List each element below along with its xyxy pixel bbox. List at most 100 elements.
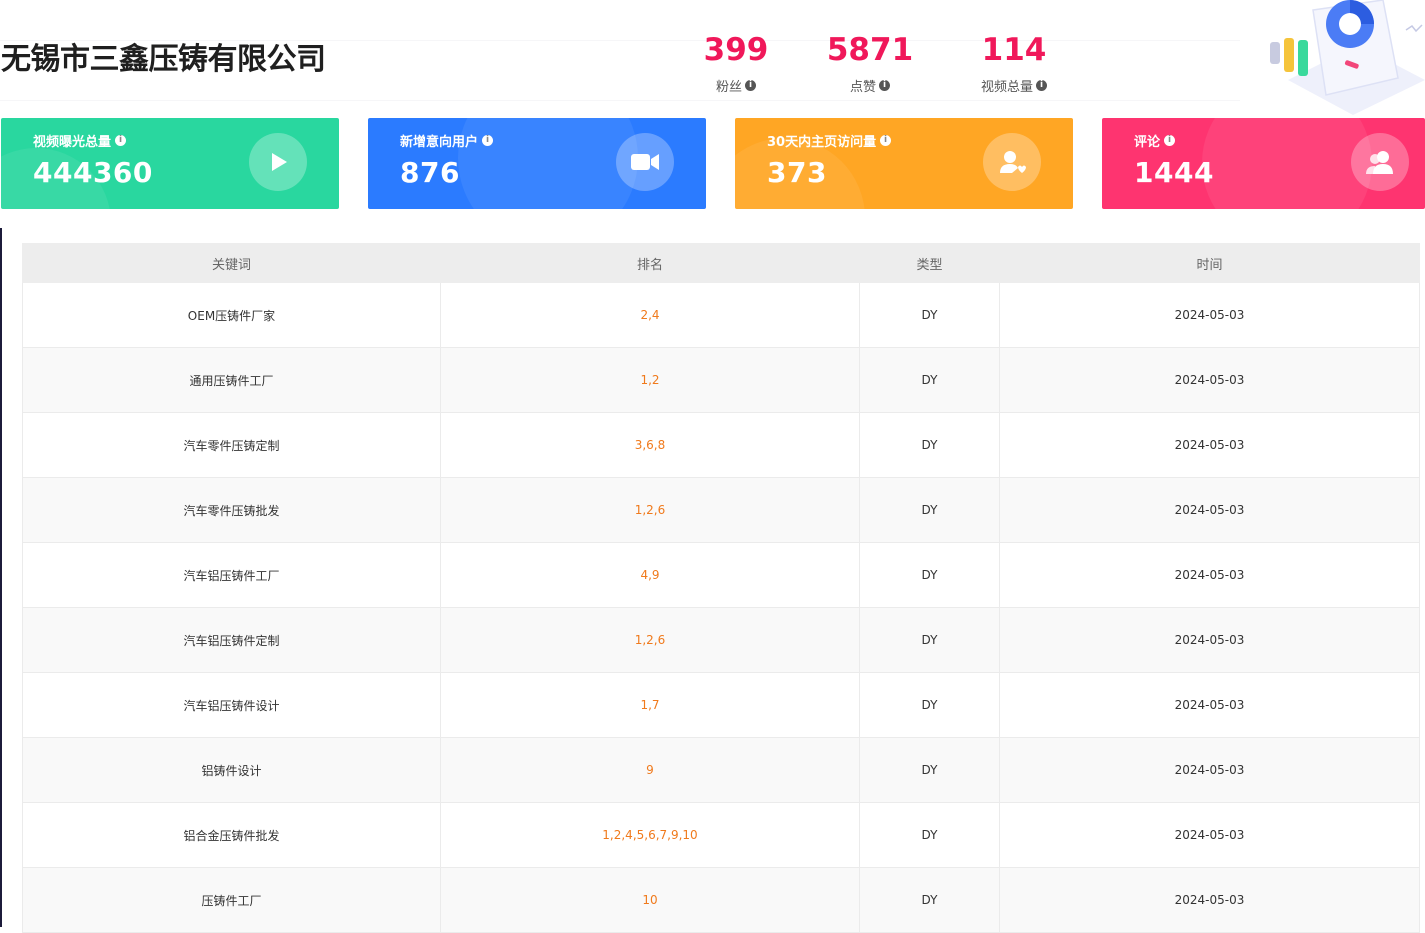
date-cell: 2024-05-03 — [999, 672, 1420, 738]
stat-label-row: 粉丝 i — [676, 76, 796, 95]
date-cell: 2024-05-03 — [999, 347, 1420, 413]
keyword-cell: 汽车铝压铸件定制 — [22, 607, 441, 673]
date-cell: 2024-05-03 — [999, 412, 1420, 478]
column-header-type[interactable]: 类型 — [859, 243, 1000, 283]
date-cell: 2024-05-03 — [999, 737, 1420, 803]
keyword-cell: 汽车铝压铸件工厂 — [22, 542, 441, 608]
card-title-row: 评论 i — [1134, 131, 1176, 150]
sidebar-edge — [0, 228, 2, 927]
date-cell: 2024-05-03 — [999, 282, 1420, 348]
company-name: 无锡市三鑫压铸有限公司 — [1, 42, 326, 77]
background-divider — [0, 100, 1240, 101]
table-row: 通用压铸件工厂 1,2 DY 2024-05-03 — [22, 347, 1420, 413]
date-cell: 2024-05-03 — [999, 802, 1420, 868]
type-cell: DY — [859, 347, 1000, 413]
card-value: 373 — [767, 156, 827, 189]
info-icon[interactable]: i — [879, 80, 890, 91]
card-title: 视频曝光总量 — [33, 135, 112, 150]
date-cell: 2024-05-03 — [999, 542, 1420, 608]
type-cell: DY — [859, 477, 1000, 543]
table-row: 压铸件工厂 10 DY 2024-05-03 — [22, 867, 1420, 933]
stat-label-row: 点赞 i — [810, 76, 930, 95]
rank-cell: 9 — [440, 737, 860, 803]
video-camera-icon — [616, 133, 674, 191]
info-icon[interactable]: i — [1164, 135, 1176, 146]
card-title: 30天内主页访问量 — [767, 135, 877, 150]
table-row: OEM压铸件厂家 2,4 DY 2024-05-03 — [22, 282, 1420, 348]
rank-cell: 1,2,6 — [440, 607, 860, 673]
users-icon — [1351, 133, 1409, 191]
card-decoration — [1202, 118, 1372, 209]
type-cell: DY — [859, 607, 1000, 673]
table-row: 汽车铝压铸件定制 1,2,6 DY 2024-05-03 — [22, 607, 1420, 673]
card-new-leads[interactable]: 新增意向用户 i 876 — [368, 118, 706, 209]
type-cell: DY — [859, 737, 1000, 803]
type-cell: DY — [859, 542, 1000, 608]
card-title-row: 新增意向用户 i — [400, 131, 494, 150]
stat-value: 5871 — [826, 32, 914, 68]
type-cell: DY — [859, 282, 1000, 348]
stat-label: 视频总量 — [980, 80, 1033, 95]
column-header-keyword[interactable]: 关键词 — [22, 243, 441, 283]
play-icon — [249, 133, 307, 191]
card-value: 876 — [400, 156, 460, 189]
stat-video-total: 114 视频总量 i — [954, 28, 1074, 95]
column-header-rank[interactable]: 排名 — [440, 243, 860, 283]
keyword-cell: 汽车铝压铸件设计 — [22, 672, 441, 738]
card-value: 444360 — [33, 156, 153, 189]
table-row: 汽车铝压铸件设计 1,7 DY 2024-05-03 — [22, 672, 1420, 738]
keyword-ranking-table: 关键词 排名 类型 时间 OEM压铸件厂家 2,4 DY 2024-05-03 … — [22, 243, 1420, 933]
card-video-exposure[interactable]: 视频曝光总量 i 444360 — [1, 118, 339, 209]
table-row: 汽车零件压铸批发 1,2,6 DY 2024-05-03 — [22, 477, 1420, 543]
card-title-row: 视频曝光总量 i — [33, 131, 127, 150]
info-icon[interactable]: i — [1036, 80, 1047, 91]
table-row: 汽车零件压铸定制 3,6,8 DY 2024-05-03 — [22, 412, 1420, 478]
rank-cell: 1,2,6 — [440, 477, 860, 543]
header-panel: 无锡市三鑫压铸有限公司 399 粉丝 i 5871 点赞 i 114 视频总量 … — [0, 0, 1425, 230]
type-cell: DY — [859, 672, 1000, 738]
card-homepage-visits[interactable]: 30天内主页访问量 i 373 — [735, 118, 1073, 209]
keyword-cell: 铝合金压铸件批发 — [22, 802, 441, 868]
keyword-cell: 通用压铸件工厂 — [22, 347, 441, 413]
keyword-cell: 压铸件工厂 — [22, 867, 441, 933]
stat-fans: 399 粉丝 i — [676, 28, 796, 95]
analytics-illustration-icon — [1270, 0, 1425, 115]
keyword-cell: OEM压铸件厂家 — [22, 282, 441, 348]
stat-value: 399 — [703, 32, 769, 68]
type-cell: DY — [859, 867, 1000, 933]
date-cell: 2024-05-03 — [999, 607, 1420, 673]
rank-cell: 4,9 — [440, 542, 860, 608]
table-row: 铝合金压铸件批发 1,2,4,5,6,7,9,10 DY 2024-05-03 — [22, 802, 1420, 868]
card-value: 1444 — [1134, 156, 1214, 189]
rank-cell: 1,2 — [440, 347, 860, 413]
keyword-cell: 汽车零件压铸定制 — [22, 412, 441, 478]
rank-cell: 1,2,4,5,6,7,9,10 — [440, 802, 860, 868]
rank-cell: 10 — [440, 867, 860, 933]
info-icon[interactable]: i — [482, 135, 494, 146]
card-title-row: 30天内主页访问量 i — [767, 131, 892, 150]
table-row: 汽车铝压铸件工厂 4,9 DY 2024-05-03 — [22, 542, 1420, 608]
rank-cell: 3,6,8 — [440, 412, 860, 478]
card-title: 评论 — [1134, 135, 1161, 150]
stat-likes: 5871 点赞 i — [810, 28, 930, 95]
user-heart-icon — [983, 133, 1041, 191]
keyword-cell: 汽车零件压铸批发 — [22, 477, 441, 543]
card-comments[interactable]: 评论 i 1444 — [1102, 118, 1425, 209]
card-title: 新增意向用户 — [400, 135, 479, 150]
column-header-time[interactable]: 时间 — [999, 243, 1420, 283]
rank-cell: 2,4 — [440, 282, 860, 348]
date-cell: 2024-05-03 — [999, 477, 1420, 543]
rank-cell: 1,7 — [440, 672, 860, 738]
table-header-row: 关键词 排名 类型 时间 — [22, 243, 1420, 283]
stat-label: 点赞 — [849, 80, 876, 95]
type-cell: DY — [859, 802, 1000, 868]
stat-label-row: 视频总量 i — [954, 76, 1074, 95]
stat-label: 粉丝 — [715, 80, 742, 95]
type-cell: DY — [859, 412, 1000, 478]
stat-value: 114 — [981, 32, 1047, 68]
info-icon[interactable]: i — [745, 80, 756, 91]
date-cell: 2024-05-03 — [999, 867, 1420, 933]
info-icon[interactable]: i — [115, 135, 127, 146]
info-icon[interactable]: i — [880, 135, 892, 146]
keyword-cell: 铝铸件设计 — [22, 737, 441, 803]
